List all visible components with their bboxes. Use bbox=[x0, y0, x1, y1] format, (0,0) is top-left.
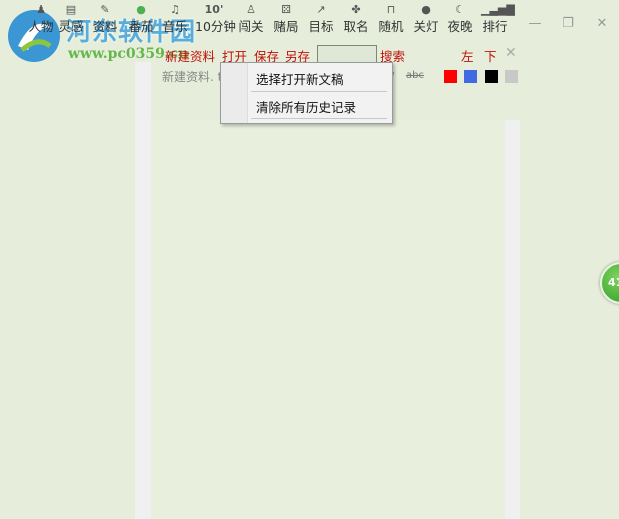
menu-separator bbox=[251, 91, 387, 92]
bars-icon: ▁▃▅▇ bbox=[481, 3, 515, 16]
moon-icon: ☾ bbox=[455, 3, 465, 16]
toolbar-random-button[interactable]: ⊓ 随机 bbox=[377, 0, 405, 40]
dice-icon: ⚄ bbox=[281, 3, 291, 16]
move-down-link[interactable]: 下 bbox=[484, 46, 497, 65]
menu-item-open-new-document[interactable]: 选择打开新文稿 bbox=[256, 69, 344, 88]
restore-button[interactable]: ❐ bbox=[559, 16, 577, 32]
toolbar-music-button[interactable]: ♫ 音乐 bbox=[161, 0, 189, 40]
toolbar-bet-button[interactable]: ⚄ 赌局 bbox=[272, 0, 300, 40]
minimize-button[interactable]: — bbox=[526, 16, 544, 32]
strikethrough-button[interactable]: abc bbox=[406, 70, 424, 81]
menu-icon-strip bbox=[221, 63, 248, 123]
floating-count-badge[interactable]: 41 bbox=[600, 262, 619, 304]
close-icon: ✕ bbox=[596, 16, 608, 31]
color-swatch-black[interactable] bbox=[485, 70, 498, 83]
menu-separator bbox=[251, 118, 387, 119]
align-left-link[interactable]: 左 bbox=[461, 46, 474, 65]
toolbar-lights-button[interactable]: ● 关灯 bbox=[412, 0, 440, 40]
toolbar-night-button[interactable]: ☾ 夜晚 bbox=[446, 0, 474, 40]
chart-icon: ↗ bbox=[316, 3, 326, 16]
bulb-icon: ● bbox=[421, 3, 431, 16]
pen-icon: ✎ bbox=[100, 3, 110, 16]
toolbar-tomato-button[interactable]: ● 番茄 bbox=[127, 0, 155, 40]
toolbar-person-button[interactable]: ♟ 人物 bbox=[26, 0, 56, 40]
climb-icon: ♙ bbox=[246, 3, 256, 16]
toolbar-goal-button[interactable]: ↗ 目标 bbox=[307, 0, 335, 40]
editor-left-margin bbox=[135, 120, 151, 519]
toolbar-inspiration-button[interactable]: ▤ 灵感 bbox=[57, 0, 85, 40]
color-swatch-blue[interactable] bbox=[464, 70, 477, 83]
minimize-icon: — bbox=[528, 16, 542, 31]
new-document-link[interactable]: 新建资料 bbox=[165, 46, 215, 65]
lock-icon: ⊓ bbox=[386, 3, 396, 16]
name-icon: ✤ bbox=[351, 3, 361, 16]
search-input[interactable] bbox=[317, 45, 377, 63]
document-name: 新建资料. t bbox=[162, 70, 222, 84]
person-icon: ♟ bbox=[36, 3, 46, 16]
toolbar-ranking-button[interactable]: ▁▃▅▇ 排行 bbox=[481, 0, 515, 40]
toolbar-materials-button[interactable]: ✎ 资料 bbox=[91, 0, 119, 40]
editor-scrollbar[interactable] bbox=[505, 120, 520, 519]
open-dropdown-menu: 选择打开新文稿 清除所有历史记录 bbox=[220, 62, 393, 124]
menu-item-clear-history[interactable]: 清除所有历史记录 bbox=[256, 97, 356, 116]
close-window-button[interactable]: ✕ bbox=[593, 16, 611, 32]
color-swatch-gray[interactable] bbox=[505, 70, 518, 83]
restore-icon: ❐ bbox=[562, 16, 574, 31]
note-icon: ▤ bbox=[65, 3, 77, 16]
top-toolbar: ♟ 人物 ▤ 灵感 ✎ 资料 ● 番茄 ♫ 音乐 10' 10分钟 ♙ 闯关 ⚄… bbox=[0, 0, 619, 40]
music-icon: ♫ bbox=[170, 3, 180, 16]
color-swatch-red[interactable] bbox=[444, 70, 457, 83]
editor-area[interactable] bbox=[135, 120, 520, 519]
tomato-icon: ● bbox=[136, 3, 146, 16]
toolbar-naming-button[interactable]: ✤ 取名 bbox=[342, 0, 370, 40]
toolbar-levels-button[interactable]: ♙ 闯关 bbox=[237, 0, 265, 40]
close-panel-icon[interactable]: ✕ bbox=[505, 45, 517, 61]
toolbar-timer-button[interactable]: 10' 10分钟 bbox=[195, 0, 236, 40]
timer-icon: 10' bbox=[204, 3, 224, 16]
